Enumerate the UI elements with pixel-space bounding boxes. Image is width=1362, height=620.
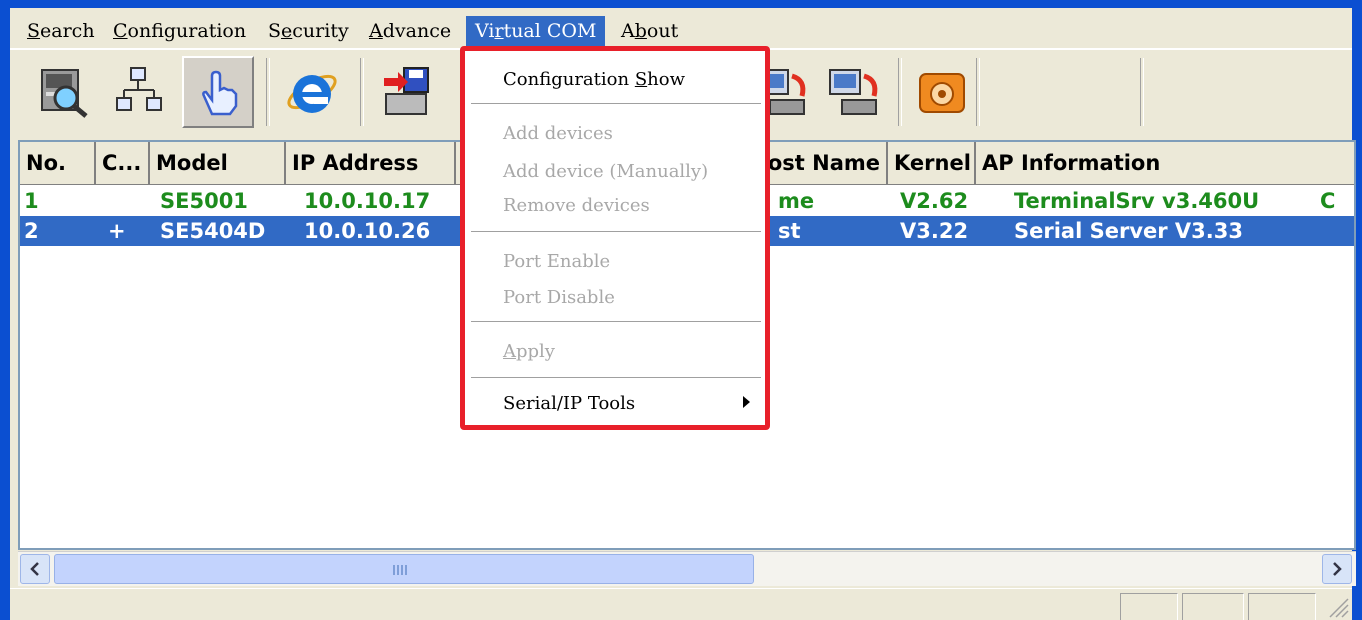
hand-pointer-icon (202, 70, 238, 116)
chevron-right-icon (1333, 562, 1342, 576)
cell-host-name: st (778, 219, 801, 243)
column-header-kernel[interactable]: Kernel (888, 142, 976, 184)
cell-extra: C (1320, 189, 1336, 213)
toolbar-separator (266, 58, 270, 126)
menu-advance[interactable]: Advance (360, 16, 460, 46)
column-header-no[interactable]: No. (20, 142, 96, 184)
cell-host-name: me (778, 189, 815, 213)
window-frame-left (0, 0, 10, 620)
menu-separator (471, 321, 761, 323)
search-devices-button[interactable] (28, 56, 100, 128)
window-frame-top (0, 0, 1362, 8)
menu-configuration[interactable]: Configuration (104, 16, 255, 46)
cell-c: + (108, 219, 126, 243)
cell-ip-address: 10.0.10.17 (304, 189, 431, 213)
save-download-icon (384, 67, 429, 115)
menu-item-port-disable: Port Disable (503, 287, 615, 308)
virtual-com-button-2[interactable] (818, 56, 890, 128)
scroll-right-button[interactable] (1322, 554, 1352, 584)
scroll-thumb[interactable] (54, 554, 754, 584)
cell-c (104, 186, 108, 216)
status-panel (1182, 593, 1244, 620)
hand-pointer-button[interactable] (182, 56, 254, 128)
resize-grip-icon[interactable] (1326, 595, 1350, 619)
column-header-ap-information[interactable]: AP Information (976, 142, 1354, 184)
cell-model: SE5404D (160, 219, 266, 243)
network-button[interactable] (105, 56, 177, 128)
save-download-button[interactable] (370, 56, 442, 128)
telephone-button[interactable] (906, 56, 978, 128)
cell-kernel: V3.22 (900, 219, 969, 243)
menu-bar: Search Configuration Security Advance Vi… (10, 8, 1352, 48)
scroll-grip-icon (393, 565, 407, 575)
menu-item-apply: Apply (503, 341, 555, 362)
column-header-c[interactable]: C... (96, 142, 150, 184)
menu-security[interactable]: Security (259, 16, 358, 46)
cell-model: SE5001 (160, 189, 248, 213)
virtual-com-dropdown-menu: Configuration Show Add devices Add devic… (460, 46, 770, 430)
menu-search[interactable]: Search (18, 16, 104, 46)
menu-separator (471, 103, 761, 105)
menu-separator (471, 377, 761, 379)
column-header-model[interactable]: Model (150, 142, 286, 184)
cell-no: 2 (24, 219, 39, 243)
telephone-icon (919, 73, 965, 113)
menu-item-configuration-show[interactable]: Configuration Show (503, 65, 685, 95)
menu-separator (471, 231, 761, 233)
search-computer-icon (41, 69, 88, 118)
status-bar (10, 588, 1352, 620)
cell-no: 1 (24, 189, 39, 213)
column-header-ip-address[interactable]: IP Address (286, 142, 456, 184)
scroll-left-button[interactable] (20, 554, 50, 584)
status-panel (1248, 593, 1316, 620)
cell-kernel: V2.62 (900, 189, 969, 213)
menu-item-port-enable: Port Enable (503, 251, 611, 272)
toolbar-separator (976, 58, 980, 126)
internet-explorer-icon (287, 74, 337, 113)
menu-item-remove-devices: Remove devices (503, 195, 650, 216)
submenu-arrow-icon (743, 396, 750, 408)
status-panel (1120, 593, 1178, 620)
toolbar-separator (898, 58, 902, 126)
computer-refresh-icon (829, 69, 878, 115)
menu-item-add-devices: Add devices (503, 123, 613, 144)
cell-ap-information: TerminalSrv v3.460U (1014, 189, 1260, 213)
toolbar-separator (360, 58, 364, 126)
chevron-left-icon (30, 562, 39, 576)
cell-ip-address: 10.0.10.26 (304, 219, 431, 243)
menu-item-serial-ip-tools[interactable]: Serial/IP Tools (503, 389, 635, 419)
application-window: Search Configuration Security Advance Vi… (0, 0, 1362, 620)
toolbar-separator (1140, 58, 1144, 126)
web-browser-button[interactable] (276, 56, 348, 128)
menu-about[interactable]: About (612, 16, 687, 46)
menu-item-add-device-manually: Add device (Manually) (503, 161, 709, 182)
menu-virtual-com[interactable]: Virtual COM (466, 16, 606, 46)
horizontal-scrollbar[interactable] (18, 551, 1356, 586)
network-icon (116, 67, 162, 111)
cell-ap-information: Serial Server V3.33 (1014, 219, 1243, 243)
